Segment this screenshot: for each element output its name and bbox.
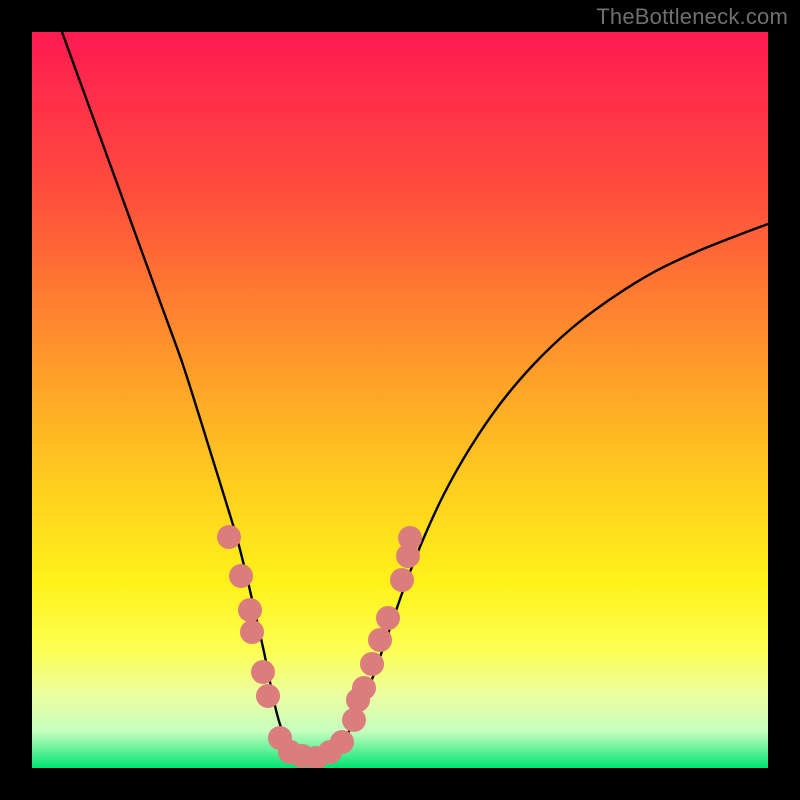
data-dot — [376, 606, 400, 630]
data-dot — [256, 684, 280, 708]
data-dot — [229, 564, 253, 588]
figure-root: TheBottleneck.com — [0, 0, 800, 800]
plot-area — [32, 32, 768, 768]
data-dot — [368, 628, 392, 652]
data-dot — [251, 660, 275, 684]
data-dot — [240, 620, 264, 644]
curves-layer — [32, 32, 768, 768]
data-dot — [360, 652, 384, 676]
curve-right-arm — [320, 224, 768, 756]
data-dot — [238, 598, 262, 622]
data-dot — [330, 730, 354, 754]
curve-left-arm — [62, 32, 320, 756]
data-dot — [217, 525, 241, 549]
data-dot — [398, 526, 422, 550]
scatter-dots — [217, 525, 422, 768]
data-dot — [352, 676, 376, 700]
data-dot — [342, 708, 366, 732]
data-dot — [390, 568, 414, 592]
watermark-text: TheBottleneck.com — [596, 4, 788, 30]
